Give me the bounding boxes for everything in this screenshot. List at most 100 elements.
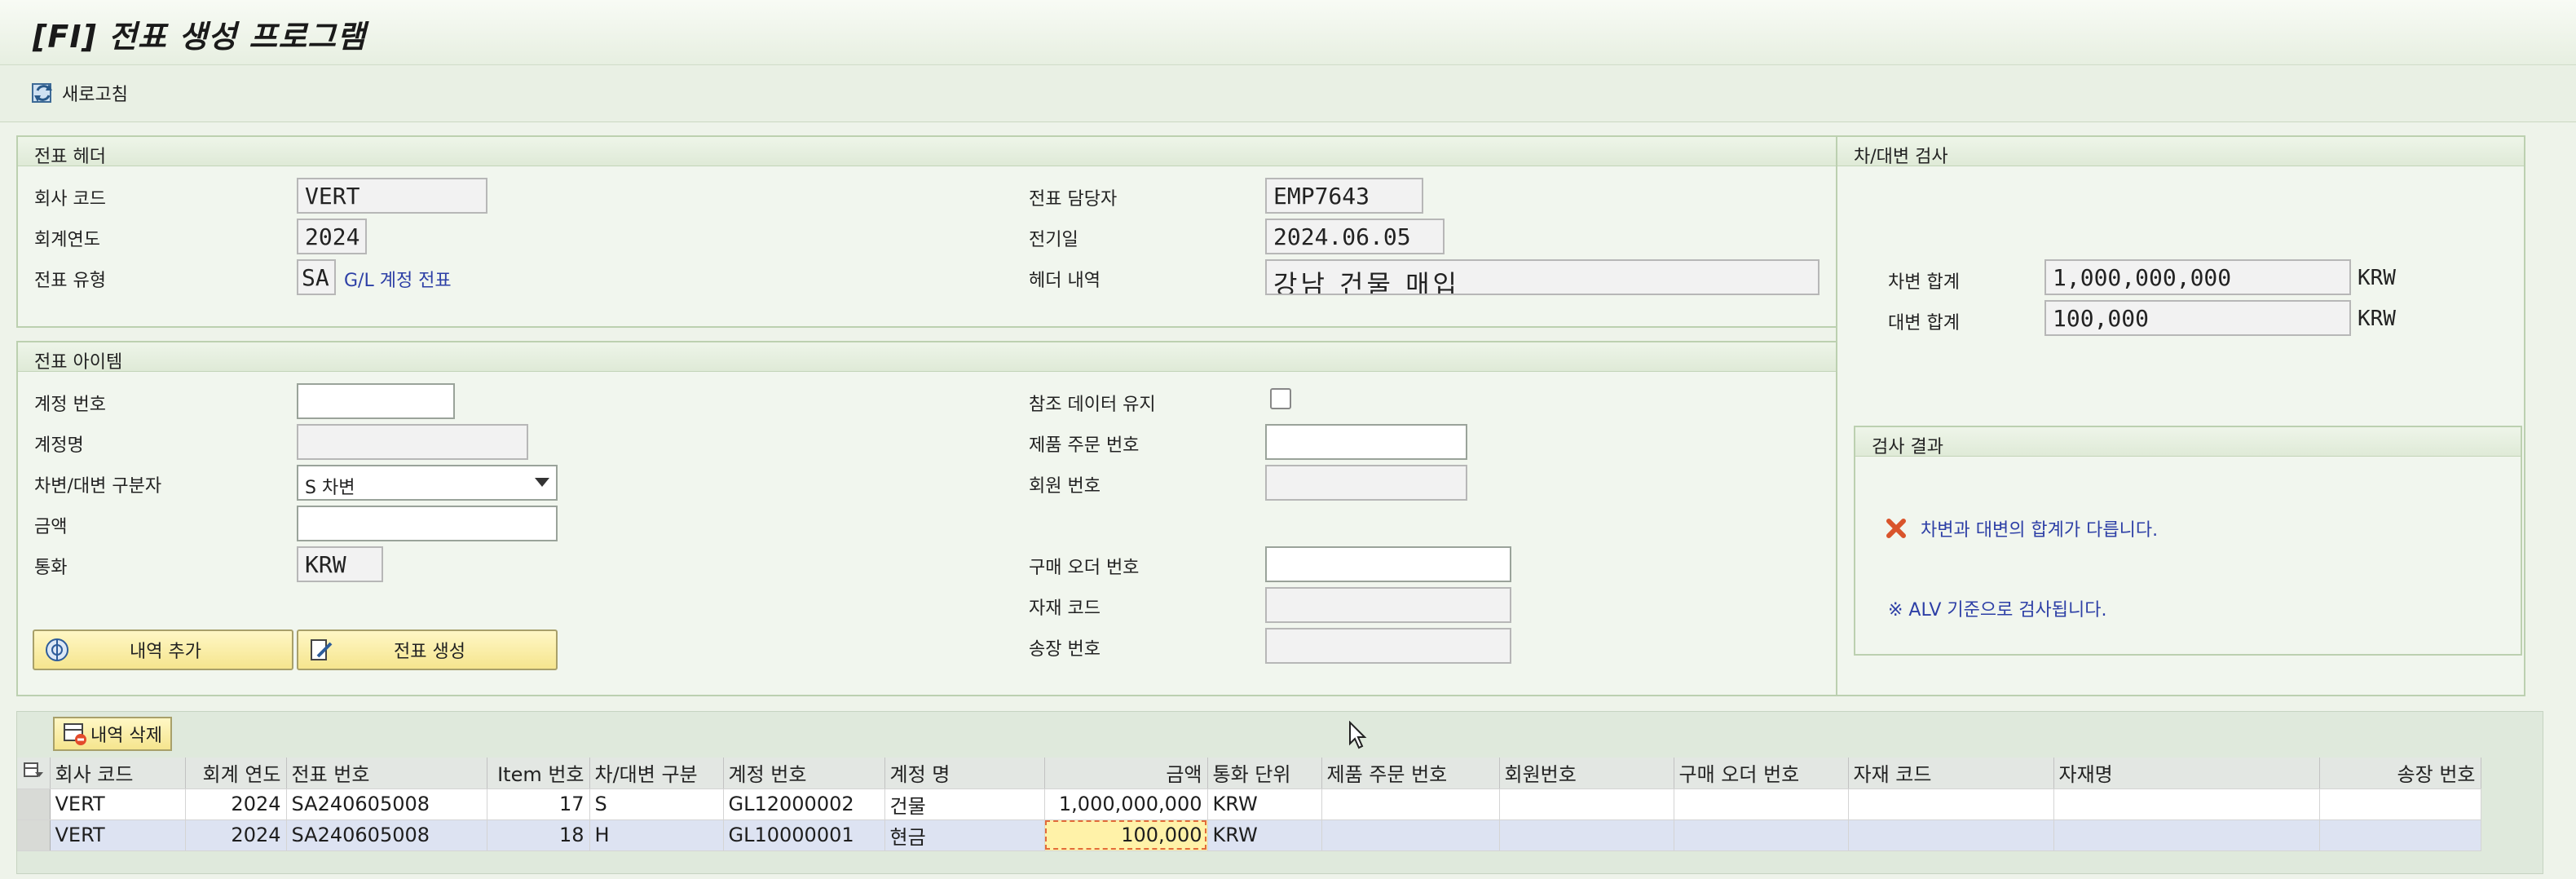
toolbar: 새로고침	[0, 65, 2576, 122]
cell-member-no[interactable]	[1499, 788, 1674, 820]
col-dc[interactable]: 차/대변 구분	[589, 758, 724, 789]
cell-currency[interactable]: KRW	[1207, 788, 1322, 820]
currency-field[interactable]: KRW	[297, 546, 383, 582]
cell-member-no[interactable]	[1499, 819, 1674, 851]
account-name-field[interactable]	[297, 424, 528, 460]
cell-invoice[interactable]	[2319, 788, 2481, 820]
add-item-button[interactable]: 내역 추가	[33, 629, 293, 670]
refresh-button[interactable]: 새로고침	[29, 73, 128, 113]
cell-prod-order[interactable]	[1321, 819, 1500, 851]
cell-fiscal-year[interactable]: 2024	[185, 788, 287, 820]
delete-row-button[interactable]: 내역 삭제	[53, 717, 172, 751]
cell-amount-editing[interactable]: 100,000	[1044, 819, 1208, 851]
col-currency[interactable]: 통화 단위	[1207, 758, 1322, 789]
cell-amount[interactable]: 1,000,000,000	[1044, 788, 1208, 820]
header-text-label: 헤더 내역	[1029, 271, 1101, 291]
company-code-field[interactable]: VERT	[297, 178, 487, 214]
member-no-label: 회원 번호	[1029, 476, 1101, 497]
cell-prod-order[interactable]	[1321, 788, 1500, 820]
credit-currency: KRW	[2358, 307, 2396, 331]
col-material-name[interactable]: 자재명	[2053, 758, 2320, 789]
debit-total-label: 차변 합계	[1888, 272, 1960, 293]
debit-currency: KRW	[2358, 266, 2396, 290]
dc-indicator-select[interactable]: S 차변	[297, 465, 558, 501]
note-message: ※ ALV 기준으로 검사됩니다.	[1888, 600, 2107, 621]
table-header-row: 회사 코드 회계 연도 전표 번호 Item 번호 차/대변 구분 계정 번호 …	[17, 758, 2481, 789]
col-account-name[interactable]: 계정 명	[884, 758, 1045, 789]
member-no-field[interactable]	[1265, 465, 1467, 501]
cell-account-name[interactable]: 현금	[884, 819, 1045, 851]
cell-account-no[interactable]: GL10000001	[723, 819, 885, 851]
owner-label: 전표 담당자	[1029, 189, 1118, 210]
select-all-cell[interactable]	[17, 758, 51, 789]
col-doc-no[interactable]: 전표 번호	[286, 758, 487, 789]
col-fiscal-year[interactable]: 회계 연도	[185, 758, 287, 789]
col-item-no[interactable]: Item 번호	[487, 758, 590, 789]
po-no-input[interactable]	[1265, 546, 1511, 582]
row-selector[interactable]	[17, 788, 51, 820]
cell-material-name[interactable]	[2053, 788, 2320, 820]
cell-item-no[interactable]: 17	[487, 788, 590, 820]
col-po-no[interactable]: 구매 오더 번호	[1674, 758, 1849, 789]
cell-account-name[interactable]: 건물	[884, 788, 1045, 820]
posting-date-label: 전기일	[1029, 230, 1078, 250]
cell-doc-no[interactable]: SA240605008	[286, 819, 487, 851]
cell-po-no[interactable]	[1674, 788, 1849, 820]
col-material[interactable]: 자재 코드	[1848, 758, 2054, 789]
cell-dc[interactable]: S	[589, 788, 724, 820]
header-text-field[interactable]: 강남 건물 매입	[1265, 259, 1820, 295]
cell-item-no[interactable]: 18	[487, 819, 590, 851]
row-selector[interactable]	[17, 819, 51, 851]
col-amount[interactable]: 금액	[1044, 758, 1208, 789]
col-account-no[interactable]: 계정 번호	[723, 758, 885, 789]
col-company-code[interactable]: 회사 코드	[50, 758, 186, 789]
error-message-row: 차변과 대변의 합계가 다릅니다.	[1885, 515, 2158, 541]
cell-account-no[interactable]: GL12000002	[723, 788, 885, 820]
doc-item-group: 전표 아이템 계정 번호 계정명 차변/대변 구분자 S 차변 금액 통화 KR…	[16, 341, 1837, 696]
doc-item-title: 전표 아이템	[18, 342, 1836, 373]
title-bar: [FI] 전표 생성 프로그램	[0, 0, 2576, 65]
col-invoice[interactable]: 송장 번호	[2319, 758, 2481, 789]
invoice-field[interactable]	[1265, 628, 1511, 664]
doc-type-field[interactable]: SA	[297, 259, 336, 295]
cell-company-code[interactable]: VERT	[50, 788, 186, 820]
amount-input[interactable]	[297, 506, 558, 541]
cell-dc[interactable]: H	[589, 819, 724, 851]
layout-icon	[23, 762, 43, 777]
delete-row-label: 내역 삭제	[90, 726, 162, 746]
refresh-icon	[32, 83, 52, 103]
error-x-icon	[1886, 519, 1906, 538]
error-message: 차변과 대변의 합계가 다릅니다.	[1921, 520, 2159, 541]
table-row[interactable]: VERT 2024 SA240605008 17 S GL12000002 건물…	[17, 788, 2481, 820]
cell-material[interactable]	[1848, 788, 2054, 820]
add-item-label: 내역 추가	[130, 642, 201, 662]
cell-company-code[interactable]: VERT	[50, 819, 186, 851]
fiscal-year-field[interactable]: 2024	[297, 219, 367, 254]
cell-po-no[interactable]	[1674, 819, 1849, 851]
account-name-label: 계정명	[34, 435, 84, 456]
cell-material[interactable]	[1848, 819, 2054, 851]
material-field[interactable]	[1265, 587, 1511, 623]
cell-doc-no[interactable]: SA240605008	[286, 788, 487, 820]
keep-ref-label: 참조 데이터 유지	[1029, 395, 1156, 415]
chevron-down-icon[interactable]	[535, 478, 549, 487]
prod-order-input[interactable]	[1265, 424, 1467, 460]
doc-header-group: 전표 헤더 회사 코드 VERT 회계연도 2024 전표 유형 SA G/L …	[16, 135, 1837, 328]
owner-field[interactable]: EMP7643	[1265, 178, 1423, 214]
posting-date-field[interactable]: 2024.06.05	[1265, 219, 1445, 254]
cell-invoice[interactable]	[2319, 819, 2481, 851]
credit-total-field[interactable]: 100,000	[2044, 300, 2351, 336]
account-no-input[interactable]	[297, 383, 455, 419]
keep-ref-checkbox[interactable]	[1270, 388, 1291, 409]
debit-total-field[interactable]: 1,000,000,000	[2044, 259, 2351, 295]
amount-label: 금액	[34, 517, 68, 537]
cell-material-name[interactable]	[2053, 819, 2320, 851]
cell-fiscal-year[interactable]: 2024	[185, 819, 287, 851]
currency-label: 통화	[34, 558, 68, 578]
table-row[interactable]: VERT 2024 SA240605008 18 H GL10000001 현금…	[17, 819, 2481, 851]
col-prod-order[interactable]: 제품 주문 번호	[1321, 758, 1500, 789]
doc-type-description: G/L 계정 전표	[344, 271, 452, 291]
col-member-no[interactable]: 회원번호	[1499, 758, 1674, 789]
create-document-button[interactable]: 전표 생성	[297, 629, 558, 670]
cell-currency[interactable]: KRW	[1207, 819, 1322, 851]
